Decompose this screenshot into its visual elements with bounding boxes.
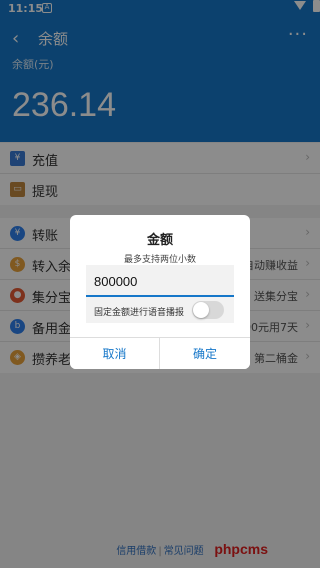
- voice-broadcast-label: 固定金额进行语音播报: [94, 308, 185, 318]
- dialog-hint: 最多支持两位小数: [86, 252, 234, 265]
- cancel-button[interactable]: 取消: [70, 338, 160, 369]
- amount-dialog: 金额 最多支持两位小数 固定金额进行语音播报 取消 确定: [70, 215, 250, 369]
- voice-broadcast-row: 固定金额进行语音播报: [86, 299, 234, 323]
- confirm-button[interactable]: 确定: [160, 338, 250, 369]
- voice-broadcast-toggle[interactable]: [192, 301, 224, 319]
- toggle-knob: [193, 302, 209, 318]
- amount-input[interactable]: [86, 267, 234, 297]
- dialog-buttons: 取消 确定: [70, 337, 250, 369]
- dialog-title: 金额: [146, 233, 173, 248]
